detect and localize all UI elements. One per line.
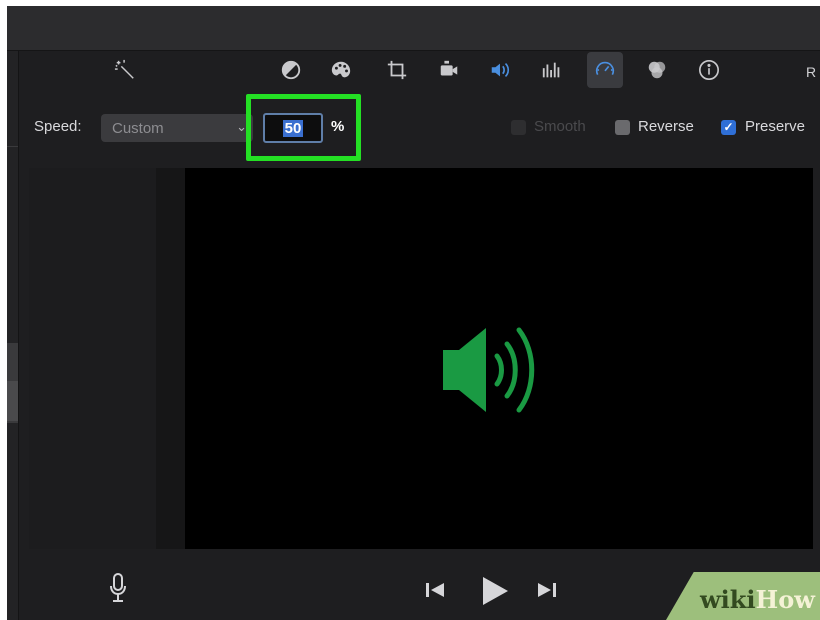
title-bar <box>7 6 820 51</box>
viewer-pillarbox <box>29 168 156 549</box>
viewer-area <box>29 168 813 549</box>
color-palette-icon[interactable] <box>327 56 355 84</box>
reverse-checkbox[interactable] <box>615 120 630 135</box>
equalizer-icon[interactable] <box>538 56 566 84</box>
noise-filter-icon[interactable] <box>643 56 671 84</box>
wikihow-watermark: wikiHow <box>700 585 815 614</box>
preserve-checkbox[interactable]: ✓ <box>721 120 736 135</box>
magic-wand-icon[interactable] <box>111 56 139 84</box>
reverse-label: Reverse <box>638 118 694 135</box>
speaker-volume-icon <box>443 327 535 413</box>
microphone-icon[interactable] <box>109 573 127 603</box>
smooth-label: Smooth <box>534 118 586 135</box>
crop-icon[interactable] <box>383 56 411 84</box>
stabilization-icon[interactable] <box>435 56 463 84</box>
skip-forward-icon[interactable] <box>536 580 558 600</box>
skip-back-icon[interactable] <box>424 580 446 600</box>
info-icon[interactable] <box>695 56 723 84</box>
play-icon[interactable] <box>478 575 510 607</box>
left-panel-edge <box>7 51 19 620</box>
volume-icon[interactable] <box>486 56 514 84</box>
speed-label: Speed: <box>34 118 82 135</box>
speed-preset-select[interactable]: Custom ⌄ <box>101 114 253 142</box>
highlight-box <box>246 94 361 161</box>
preserve-label: Preserve <box>745 118 806 135</box>
speed-preset-value: Custom <box>112 119 164 137</box>
toolbar-clipped-label[interactable]: R <box>806 64 816 80</box>
smooth-checkbox[interactable] <box>511 120 526 135</box>
speed-icon[interactable] <box>587 52 623 88</box>
color-balance-icon[interactable] <box>277 56 305 84</box>
